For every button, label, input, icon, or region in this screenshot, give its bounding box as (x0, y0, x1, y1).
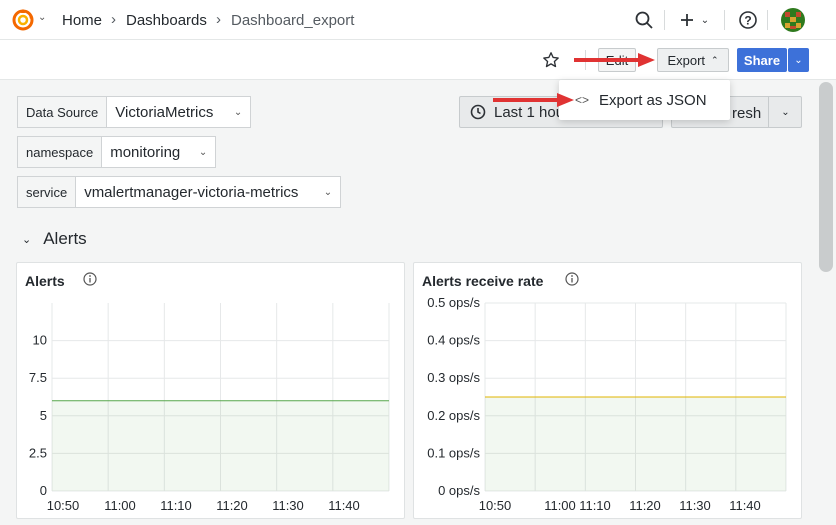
y-tick-label: 0.4 ops/s (427, 333, 480, 348)
refresh-label: resh (732, 105, 762, 122)
chevron-down-icon: ⌄ (781, 106, 790, 118)
chevron-down-icon[interactable]: ⌄ (699, 8, 711, 32)
variable-value: vmalertmanager-victoria-metrics (84, 183, 299, 201)
export-button[interactable]: Export ⌃ (657, 48, 729, 72)
y-tick-label: 2.5 (29, 445, 47, 460)
search-icon[interactable] (634, 8, 654, 32)
variable-value: VictoriaMetrics (115, 103, 214, 121)
top-nav-bar: ⌄ Home › Dashboards › Dashboard_export ⌄… (0, 0, 836, 40)
x-tick-label: 11:10 (579, 498, 611, 513)
series-area (485, 397, 786, 491)
x-tick-label: 10:50 (47, 498, 80, 513)
row-title: Alerts (43, 229, 87, 248)
variable-value: monitoring (110, 143, 181, 161)
y-tick-label: 7.5 (29, 370, 47, 385)
x-tick-label: 11:10 (160, 498, 192, 513)
variable-service: service vmalertmanager-victoria-metrics … (17, 176, 342, 208)
y-tick-label: 5 (40, 408, 47, 423)
x-tick-label: 11:40 (729, 498, 761, 513)
variable-namespace: namespace monitoring ⌄ (17, 136, 217, 168)
divider (724, 10, 725, 30)
y-tick-label: 0 (40, 483, 47, 498)
variable-label: namespace (17, 136, 103, 168)
divider (664, 10, 665, 30)
annotation-arrow-icon (493, 93, 574, 107)
x-tick-label: 11:40 (328, 498, 360, 513)
variable-label: Data Source (17, 96, 108, 128)
dashboard-toolbar: Edit Export ⌃ Share ⌄ (0, 40, 836, 80)
x-tick-label: 11:00 (544, 498, 576, 513)
refresh-interval-picker[interactable]: ⌄ (768, 96, 802, 128)
svg-text:?: ? (744, 14, 751, 28)
y-tick-label: 0.2 ops/s (427, 408, 480, 423)
panel-alerts: Alerts 0 2.5 5 7.5 10 10:50 11:00 11:10 11:20 11:… (16, 262, 405, 519)
star-icon[interactable] (542, 51, 560, 69)
x-tick-label: 11:00 (104, 498, 136, 513)
chevron-down-icon: ⌄ (233, 106, 243, 118)
variable-label: service (17, 176, 77, 208)
x-tick-label: 11:20 (629, 498, 661, 513)
datasource-select[interactable]: VictoriaMetrics ⌄ (107, 96, 252, 128)
namespace-select[interactable]: monitoring ⌄ (102, 136, 217, 168)
annotation-arrow-icon (574, 53, 655, 67)
clock-icon (470, 104, 486, 120)
y-tick-label: 0 ops/s (438, 483, 480, 498)
chevron-right-icon: › (216, 11, 221, 28)
chevron-down-icon: ⌄ (198, 146, 208, 158)
breadcrumb-current: Dashboard_export (231, 12, 355, 29)
scrollbar-thumb[interactable] (819, 82, 833, 272)
breadcrumb-dashboards[interactable]: Dashboards (126, 12, 207, 29)
series-area (52, 400, 389, 491)
service-select[interactable]: vmalertmanager-victoria-metrics ⌄ (76, 176, 342, 208)
y-tick-label: 0.5 ops/s (427, 295, 480, 310)
x-tick-label: 11:20 (216, 498, 248, 513)
export-as-json-item[interactable]: Export as JSON (599, 92, 707, 109)
export-menu: <> Export as JSON (559, 80, 730, 120)
chevron-down-icon: ⌄ (22, 233, 32, 246)
x-tick-label: 10:50 (479, 498, 512, 513)
divider (767, 10, 768, 30)
grafana-logo-icon[interactable] (11, 8, 35, 32)
row-header-alerts[interactable]: ⌄ Alerts (22, 229, 87, 249)
chevron-down-icon: ⌄ (794, 54, 803, 66)
y-tick-label: 10 (33, 333, 47, 348)
chevron-down-icon[interactable]: ⌄ (38, 12, 46, 23)
help-icon[interactable]: ? (738, 8, 758, 32)
export-button-label: Export (667, 52, 706, 68)
y-tick-label: 0.3 ops/s (427, 370, 480, 385)
x-tick-label: 11:30 (679, 498, 711, 513)
share-button[interactable]: Share (737, 48, 787, 72)
alerts-receive-rate-chart: 0 ops/s 0.1 ops/s 0.2 ops/s 0.3 ops/s 0.4 op… (427, 295, 787, 513)
user-avatar-icon[interactable] (781, 8, 805, 32)
plus-icon[interactable] (679, 8, 695, 32)
alerts-chart: 0 2.5 5 7.5 10 10:50 11:00 11:10 11:20 11:30 11:40 (29, 303, 390, 513)
share-options-button[interactable]: ⌄ (788, 48, 809, 72)
y-tick-label: 0.1 ops/s (427, 445, 480, 460)
chevron-down-icon: ⌄ (323, 186, 333, 198)
chevron-right-icon: › (111, 11, 116, 28)
breadcrumb-home[interactable]: Home (62, 12, 102, 29)
variable-datasource: Data Source VictoriaMetrics ⌄ (17, 96, 252, 128)
x-tick-label: 11:30 (272, 498, 304, 513)
panel-alerts-receive-rate: Alerts receive rate 0 ops/s 0.1 ops/s 0.2 … (413, 262, 802, 519)
code-icon: <> (575, 93, 590, 107)
chevron-up-icon: ⌃ (711, 54, 719, 65)
